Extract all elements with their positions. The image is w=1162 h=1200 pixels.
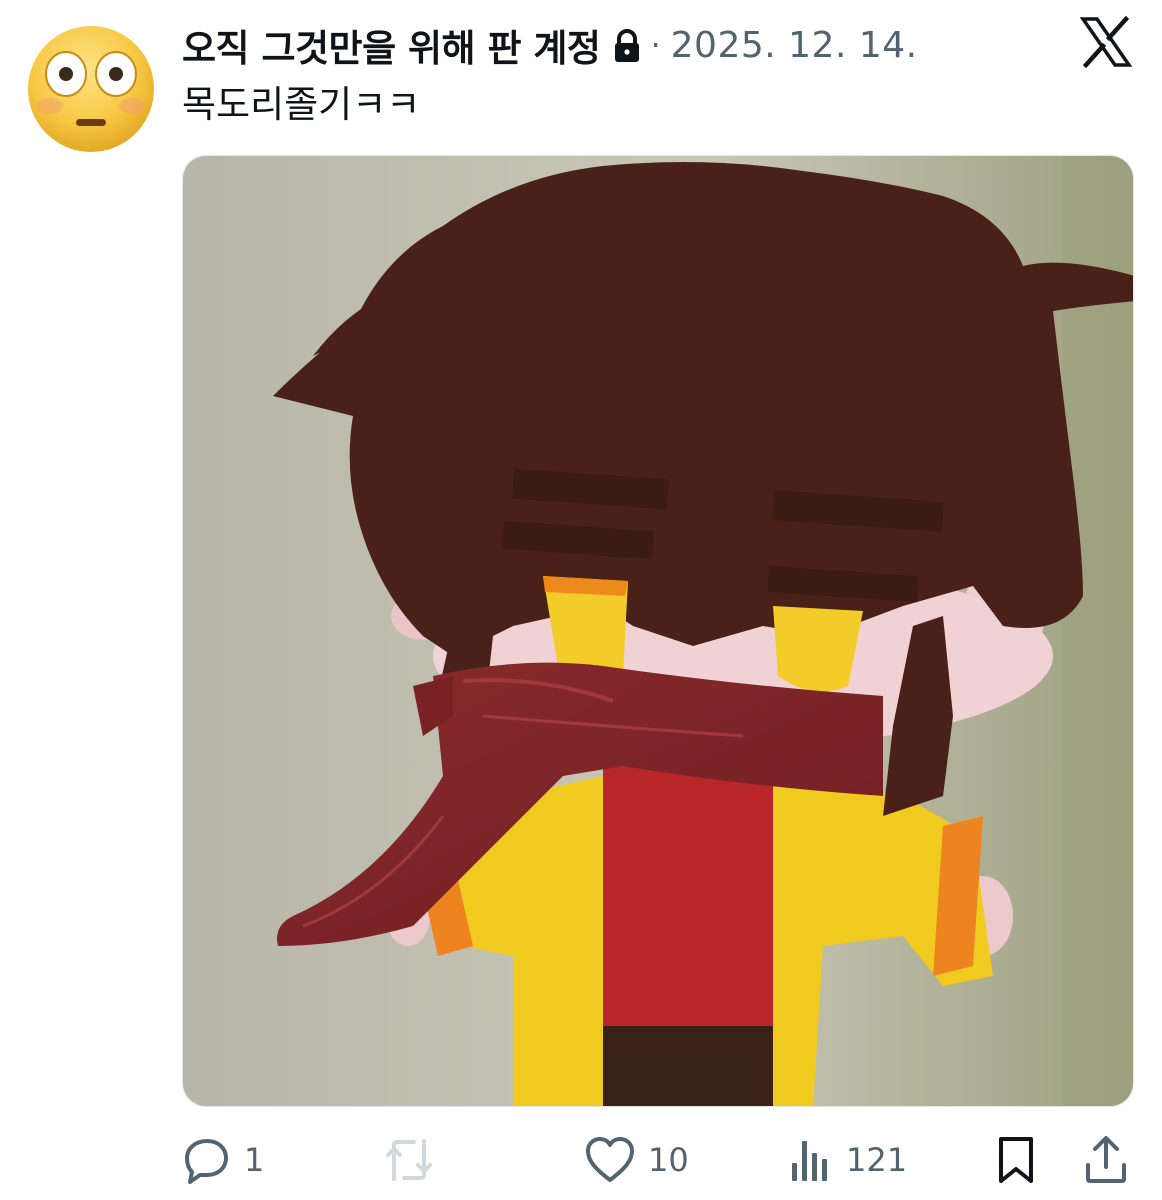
reply-icon	[185, 1139, 228, 1184]
tweet-date[interactable]: 2025. 12. 14.	[671, 25, 918, 66]
views-icon	[792, 1141, 827, 1181]
reply-count: 1	[244, 1141, 265, 1179]
share-icon	[1086, 1136, 1126, 1183]
like-button[interactable]: 10	[584, 1130, 689, 1190]
views-count: 121	[846, 1141, 908, 1179]
tweet-text: 목도리졸기ㅋㅋ	[182, 83, 421, 126]
plush-doll-photo	[183, 156, 1133, 1106]
bookmark-icon	[999, 1137, 1033, 1183]
separator-dot: ·	[650, 26, 661, 64]
flushed-face-emoji	[28, 26, 154, 152]
repost-icon	[386, 1139, 432, 1181]
heart-icon	[586, 1137, 634, 1182]
display-name[interactable]: 오직 그것만을 위해 판 계정	[182, 18, 601, 72]
like-count: 10	[648, 1141, 689, 1179]
views-button[interactable]: 121	[788, 1130, 907, 1190]
tweet-media-image[interactable]	[182, 155, 1134, 1107]
tweet-actions-bar: 1 10 121	[182, 1130, 1134, 1190]
tweet-header: 오직 그것만을 위해 판 계정 · 2025. 12. 14.	[182, 18, 918, 72]
lock-icon	[612, 29, 642, 63]
x-logo-icon[interactable]	[1079, 15, 1133, 69]
repost-button[interactable]	[382, 1130, 448, 1190]
avatar[interactable]	[26, 24, 156, 154]
reply-button[interactable]: 1	[182, 1130, 264, 1190]
share-button[interactable]	[1084, 1130, 1128, 1190]
bookmark-button[interactable]	[996, 1130, 1036, 1190]
